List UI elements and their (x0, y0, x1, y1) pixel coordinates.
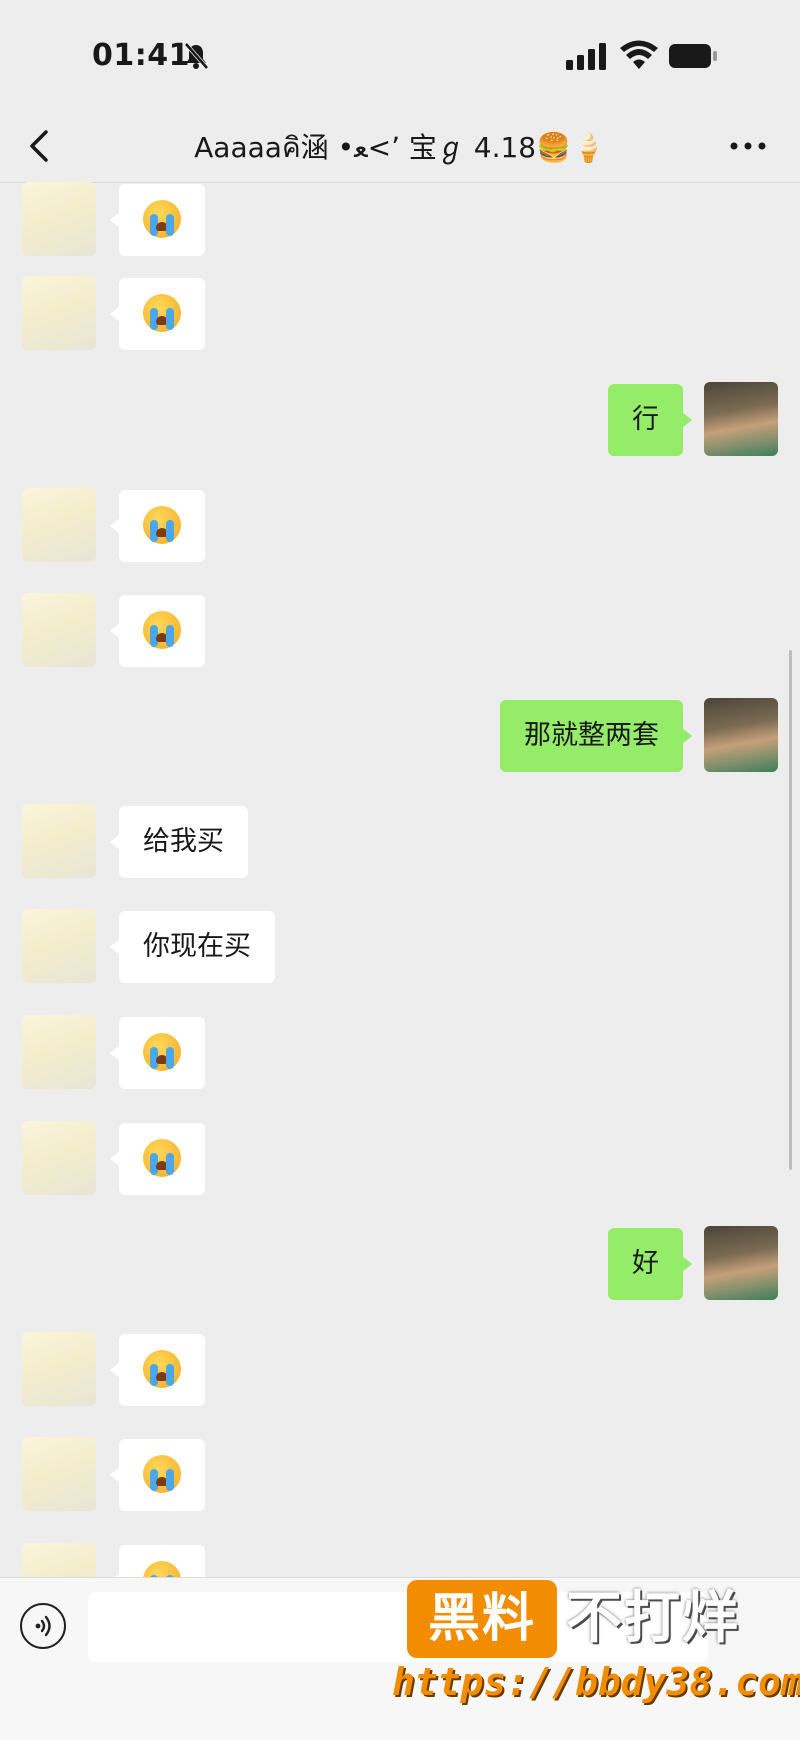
sent-message-bubble[interactable]: 那就整两套 (500, 700, 692, 772)
my-avatar[interactable] (704, 1226, 778, 1300)
contact-avatar[interactable] (22, 1015, 96, 1089)
battery-icon (669, 44, 717, 68)
contact-avatar[interactable] (22, 1332, 96, 1406)
contact-avatar[interactable] (22, 1121, 96, 1195)
message-row: 给我买 (0, 804, 800, 884)
clock: 01:41 (92, 38, 190, 73)
my-avatar[interactable] (704, 382, 778, 456)
crying-face-emoji-icon (143, 610, 181, 649)
my-avatar[interactable] (704, 698, 778, 772)
watermark-logo: 黑料 (407, 1580, 557, 1658)
message-row: 那就整两套 (0, 698, 800, 778)
chat-title: Aaaaaคิ涵 •ﻌ<ʼ 宝ℊ 4.18🍔🍦 (194, 131, 606, 164)
watermark-slogan: 不打烊 (566, 1586, 740, 1651)
emoji-message-bubble[interactable] (110, 278, 205, 350)
message-row (0, 1121, 800, 1201)
scrollbar[interactable] (789, 650, 792, 1170)
message-row: 好 (0, 1226, 800, 1306)
received-message-bubble[interactable]: 你现在买 (110, 911, 275, 983)
message-row (0, 1015, 800, 1095)
crying-face-emoji-icon (143, 1138, 181, 1177)
contact-avatar[interactable] (22, 276, 96, 350)
contact-avatar[interactable] (22, 804, 96, 878)
message-row (0, 1437, 800, 1517)
contact-avatar[interactable] (22, 593, 96, 667)
mute-bell-icon (184, 42, 209, 70)
contact-avatar[interactable] (22, 488, 96, 562)
crying-face-emoji-icon (143, 1349, 181, 1388)
message-row: 行 (0, 382, 800, 462)
contact-avatar[interactable] (22, 909, 96, 983)
emoji-message-bubble[interactable] (110, 1123, 205, 1195)
voice-input-button[interactable] (20, 1603, 66, 1649)
message-row (0, 276, 800, 356)
status-bar: 01:41 (0, 0, 800, 110)
sent-message-bubble[interactable]: 好 (608, 1228, 692, 1300)
emoji-message-bubble[interactable] (110, 1439, 205, 1511)
back-chevron-icon[interactable] (26, 128, 56, 164)
crying-face-emoji-icon (143, 505, 181, 544)
more-options-icon[interactable] (728, 132, 768, 160)
message-row: 你现在买 (0, 909, 800, 989)
emoji-message-bubble[interactable] (110, 1017, 205, 1089)
emoji-message-bubble[interactable] (110, 1334, 205, 1406)
crying-face-emoji-icon (143, 1560, 181, 1577)
watermark-url: https://bbdy38.com (392, 1660, 800, 1704)
received-message-bubble[interactable]: 给我买 (110, 806, 248, 878)
chat-header: Aaaaaคิ涵 •ﻌ<ʼ 宝ℊ 4.18🍔🍦 (0, 110, 800, 183)
emoji-message-bubble[interactable] (110, 490, 205, 562)
cellular-signal-icon (566, 43, 606, 70)
contact-avatar[interactable] (22, 1437, 96, 1511)
crying-face-emoji-icon (143, 1454, 181, 1493)
crying-face-emoji-icon (143, 1032, 181, 1071)
voice-wave-icon (35, 1615, 51, 1637)
emoji-message-bubble[interactable] (110, 595, 205, 667)
crying-face-emoji-icon (143, 199, 181, 238)
contact-avatar[interactable] (22, 1543, 96, 1577)
contact-avatar[interactable] (22, 182, 96, 256)
message-row (0, 1543, 800, 1577)
emoji-message-bubble[interactable] (110, 184, 205, 256)
message-row (0, 593, 800, 673)
message-row (0, 182, 800, 262)
sent-message-bubble[interactable]: 行 (608, 384, 692, 456)
message-row (0, 488, 800, 568)
emoji-message-bubble[interactable] (110, 1545, 205, 1577)
wifi-icon (620, 40, 658, 69)
crying-face-emoji-icon (143, 293, 181, 332)
message-row (0, 1332, 800, 1412)
